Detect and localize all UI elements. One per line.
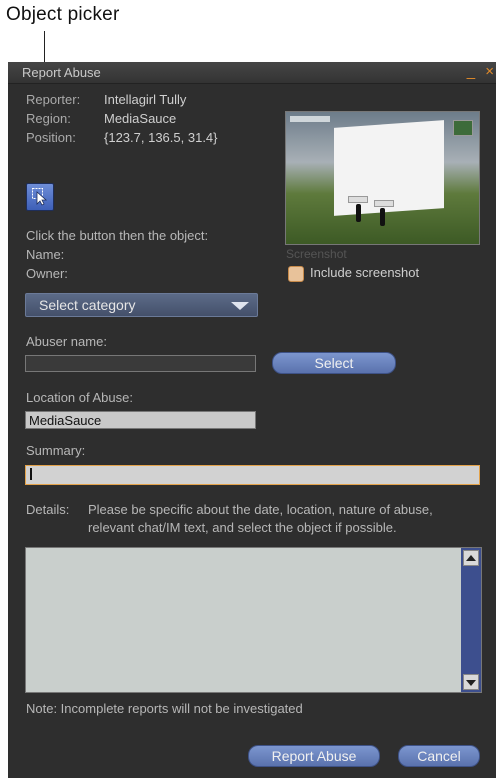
screenshot-preview bbox=[285, 111, 480, 245]
summary-label: Summary: bbox=[26, 443, 86, 458]
object-instruction: Click the button then the object: bbox=[26, 228, 209, 243]
summary-field[interactable] bbox=[25, 465, 480, 485]
region-value: MediaSauce bbox=[104, 111, 177, 126]
category-selected-value: Select category bbox=[39, 297, 136, 313]
incomplete-note: Note: Incomplete reports will not be inv… bbox=[26, 701, 303, 716]
text-caret bbox=[30, 468, 32, 480]
reporter-label: Reporter: bbox=[26, 92, 81, 107]
arrow-up-icon bbox=[466, 555, 476, 561]
screenshot-caption: Screenshot bbox=[286, 247, 347, 261]
abuser-name-field[interactable] bbox=[25, 355, 256, 372]
object-picker-callout-label: Object picker bbox=[6, 4, 120, 25]
report-abuse-window: Report Abuse _ × Reporter: Intellagirl T… bbox=[8, 62, 496, 778]
scroll-up-button[interactable] bbox=[463, 550, 479, 566]
cursor-arrow-icon bbox=[32, 188, 48, 206]
details-label: Details: bbox=[26, 502, 70, 517]
details-instruction-line1: Please be specific about the date, locat… bbox=[88, 502, 433, 517]
reporter-value: Intellagirl Tully bbox=[104, 92, 187, 107]
report-abuse-button[interactable]: Report Abuse bbox=[248, 745, 380, 767]
object-name-label: Name: bbox=[26, 247, 65, 262]
region-label: Region: bbox=[26, 111, 71, 126]
include-screenshot-label: Include screenshot bbox=[310, 265, 420, 280]
object-owner-label: Owner: bbox=[26, 266, 68, 281]
details-scrollbar[interactable] bbox=[461, 548, 481, 692]
arrow-down-icon bbox=[466, 680, 476, 686]
position-value: {123.7, 136.5, 31.4} bbox=[104, 130, 218, 145]
category-dropdown[interactable]: Select category bbox=[25, 293, 258, 317]
location-field[interactable]: MediaSauce bbox=[25, 411, 256, 429]
cancel-button[interactable]: Cancel bbox=[398, 745, 480, 767]
minimize-icon[interactable]: _ bbox=[467, 63, 475, 80]
abuser-name-label: Abuser name: bbox=[26, 334, 107, 349]
title-bar[interactable]: Report Abuse _ × bbox=[8, 63, 496, 84]
chevron-down-icon bbox=[231, 302, 249, 310]
position-label: Position: bbox=[26, 130, 76, 145]
location-label: Location of Abuse: bbox=[26, 390, 133, 405]
details-textarea[interactable] bbox=[25, 547, 482, 693]
window-title: Report Abuse bbox=[22, 65, 101, 80]
close-icon[interactable]: × bbox=[485, 63, 494, 80]
scroll-down-button[interactable] bbox=[463, 674, 479, 690]
include-screenshot-checkbox[interactable] bbox=[288, 266, 304, 282]
select-abuser-button[interactable]: Select bbox=[272, 352, 396, 374]
object-picker-button[interactable] bbox=[26, 183, 54, 211]
details-instruction-line2: relevant chat/IM text, and select the ob… bbox=[88, 520, 397, 535]
